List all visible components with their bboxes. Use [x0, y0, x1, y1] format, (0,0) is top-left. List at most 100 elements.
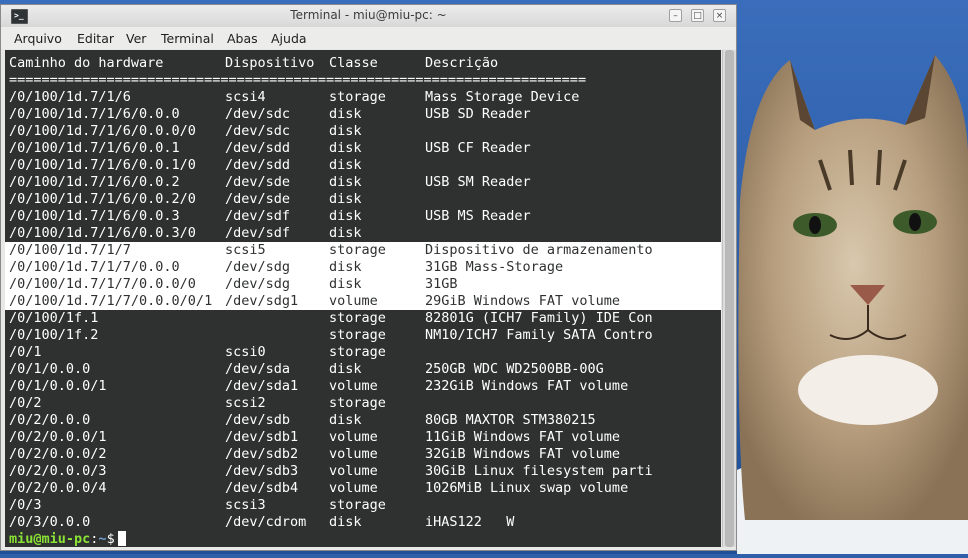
shell-prompt[interactable]: miu@miu-pc:~$ [5, 531, 721, 547]
minimize-button[interactable]: – [669, 9, 682, 22]
cell-hardware-path: /0/2/0.0.0/3 [9, 463, 107, 479]
cell-class: disk [329, 191, 362, 207]
cell-hardware-path: /0/3 [9, 497, 42, 513]
cell-hardware-path: /0/2/0.0.0/2 [9, 446, 107, 462]
cell-hardware-path: /0/100/1d.7/1/6/0.0.1 [9, 140, 180, 156]
menu-terminal[interactable]: Terminal [161, 31, 214, 46]
terminal-row: /0/1/0.0.0/1/dev/sda1 volume 232GiB Window… [5, 378, 721, 395]
header-class: Classe [329, 55, 378, 71]
cell-description: iHAS122 W [425, 514, 515, 530]
cell-device: scsi3 [225, 497, 266, 513]
terminal-row: /0/100/1d.7/1/6/0.0.3/0/dev/sdf disk [5, 225, 721, 242]
cell-hardware-path: /0/100/1f.1 [9, 310, 99, 326]
cell-hardware-path: /0/2/0.0.0 [9, 412, 91, 428]
close-button[interactable]: × [713, 9, 726, 22]
cell-hardware-path: /0/2 [9, 395, 42, 411]
cell-device: /dev/sdb2 [225, 446, 299, 462]
cell-hardware-path: /0/3/0.0.0 [9, 514, 91, 530]
menu-ver[interactable]: Ver [126, 31, 146, 46]
terminal-row: /0/100/1d.7/1/6/0.0.1/0/dev/sdd disk [5, 157, 721, 174]
cell-hardware-path: /0/100/1d.7/1/6/0.0.0 [9, 106, 180, 122]
cell-hardware-path: /0/1 [9, 344, 42, 360]
cell-hardware-path: /0/100/1d.7/1/7/0.0.0/0/1 [9, 293, 213, 309]
cell-device: scsi5 [225, 242, 266, 258]
cell-class: disk [329, 123, 362, 139]
cell-hardware-path: /0/100/1f.2 [9, 327, 99, 343]
terminal-row: /0/100/1d.7/1/6 scsi4 storage Mass Storage … [5, 89, 721, 106]
menu-ajuda[interactable]: Ajuda [271, 31, 307, 46]
cell-description: 30GiB Linux filesystem parti [425, 463, 653, 479]
cell-device: /dev/sdf [225, 225, 291, 241]
cell-hardware-path: /0/100/1d.7/1/7 [9, 242, 131, 258]
header-device: Dispositivo [225, 55, 315, 71]
cell-hardware-path: /0/100/1d.7/1/6/0.0.3 [9, 208, 180, 224]
cell-class: volume [329, 378, 378, 394]
cell-device: /dev/sdd [225, 140, 291, 156]
window-titlebar[interactable]: >_ Terminal - miu@miu-pc: ~ – □ × [1, 5, 736, 28]
cell-device: /dev/sdb4 [225, 480, 299, 496]
cell-device: /dev/sde [225, 174, 291, 190]
terminal-row: /0/100/1d.7/1/7/0.0.0/0/1/dev/sdg1 volume… [5, 293, 721, 310]
terminal-output[interactable]: Caminho do hardware Dispositivo Classe D… [5, 50, 721, 547]
cell-class: storage [329, 310, 386, 326]
cell-device: /dev/sdg [225, 259, 291, 275]
text-cursor [117, 531, 126, 546]
menu-arquivo[interactable]: Arquivo [14, 31, 62, 46]
cell-hardware-path: /0/2/0.0.0/1 [9, 429, 107, 445]
terminal-row: /0/2/0.0.0/2/dev/sdb2 volume 32GiB Windows… [5, 446, 721, 463]
cell-hardware-path: /0/100/1d.7/1/6/0.0.2/0 [9, 191, 196, 207]
terminal-row: /0/100/1d.7/1/7/0.0.0/dev/sdg disk 31GB Ma… [5, 259, 721, 276]
cell-description: 1026MiB Linux swap volume [425, 480, 629, 496]
cell-class: storage [329, 327, 386, 343]
cell-device: /dev/sdg [225, 276, 291, 292]
cell-class: volume [329, 463, 378, 479]
cell-class: disk [329, 140, 362, 156]
cell-class: disk [329, 208, 362, 224]
cell-hardware-path: /0/100/1d.7/1/6/0.0.2 [9, 174, 180, 190]
cell-device: scsi2 [225, 395, 266, 411]
cell-class: disk [329, 157, 362, 173]
cell-class: storage [329, 89, 386, 105]
cell-class: volume [329, 446, 378, 462]
cell-description: 82801G (ICH7 Family) IDE Con [425, 310, 653, 326]
cell-class: disk [329, 276, 362, 292]
maximize-button[interactable]: □ [691, 9, 704, 22]
cell-description: 232GiB Windows FAT volume [425, 378, 629, 394]
terminal-row: /0/100/1d.7/1/6/0.0.1/dev/sdd disk USB CF … [5, 140, 721, 157]
cell-hardware-path: /0/1/0.0.0/1 [9, 378, 107, 394]
cell-description: USB SD Reader [425, 106, 531, 122]
terminal-scrollbar[interactable] [722, 50, 736, 547]
terminal-row: /0/2 scsi2 storage [5, 395, 721, 412]
cell-hardware-path: /0/100/1d.7/1/6/0.0.1/0 [9, 157, 196, 173]
menu-abas[interactable]: Abas [227, 31, 258, 46]
cell-device: /dev/sdb [225, 412, 291, 428]
cell-hardware-path: /0/100/1d.7/1/7/0.0.0 [9, 259, 180, 275]
cell-class: disk [329, 174, 362, 190]
terminal-row: /0/2/0.0.0/1/dev/sdb1 volume 11GiB Windows… [5, 429, 721, 446]
cell-device: /dev/sda1 [225, 378, 299, 394]
cell-description: NM10/ICH7 Family SATA Contro [425, 327, 653, 343]
cell-hardware-path: /0/100/1d.7/1/6 [9, 89, 131, 105]
cell-device: /dev/sdb1 [225, 429, 299, 445]
cell-device: /dev/sdd [225, 157, 291, 173]
menu-editar[interactable]: Editar [77, 31, 114, 46]
cell-class: disk [329, 259, 362, 275]
terminal-row: /0/1 scsi0 storage [5, 344, 721, 361]
cell-device: /dev/sde [225, 191, 291, 207]
cell-class: storage [329, 242, 386, 258]
cell-description: USB CF Reader [425, 140, 531, 156]
cell-hardware-path: /0/2/0.0.0/4 [9, 480, 107, 496]
cell-device: /dev/sdf [225, 208, 291, 224]
menu-bar: Arquivo Editar Ver Terminal Abas Ajuda [1, 27, 736, 49]
cell-device: /dev/sdb3 [225, 463, 299, 479]
prompt-symbol: $ [106, 531, 115, 547]
window-title: Terminal - miu@miu-pc: ~ [290, 8, 447, 22]
cell-device: /dev/cdrom [225, 514, 307, 530]
cell-class: volume [329, 480, 378, 496]
terminal-row: /0/100/1d.7/1/7/0.0.0/0/dev/sdg disk 31GB [5, 276, 721, 293]
cell-device: scsi4 [225, 89, 266, 105]
scrollbar-thumb[interactable] [725, 50, 734, 547]
terminal-window: >_ Terminal - miu@miu-pc: ~ – □ × Arquiv… [0, 4, 737, 551]
cell-description: 80GB MAXTOR STM380215 [425, 412, 596, 428]
header-description: Descrição [425, 55, 499, 71]
